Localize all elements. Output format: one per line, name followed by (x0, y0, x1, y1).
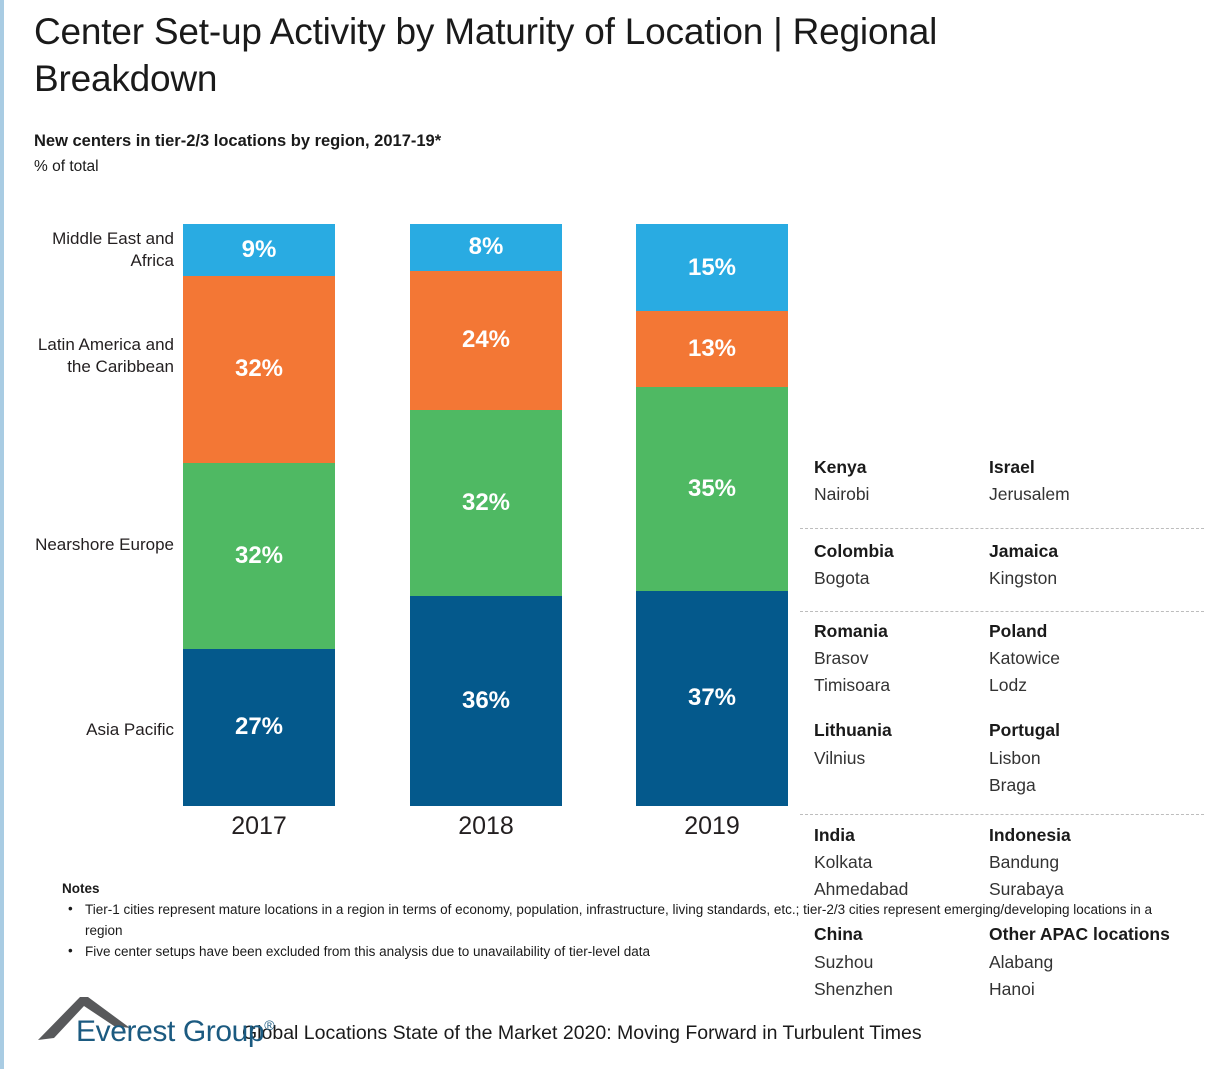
stacked-bar-2017[interactable]: 9% 32% 32% 27% (183, 224, 335, 806)
bar-value-label: 13% (687, 335, 737, 363)
annotation-group-mea: Kenya Nairobi Israel Jerusalem (814, 454, 1204, 508)
bar-value-label: 37% (687, 684, 737, 712)
annotation-col-right: Poland Katowice Lodz Portugal Lisbon Bra… (989, 618, 1164, 799)
annotation-city: Lisbon (989, 747, 1041, 768)
notes-heading: Notes (62, 881, 100, 896)
annotation-group-nse: Romania Brasov Timisoara Lithuania Vilni… (814, 618, 1204, 799)
stacked-bar-2018[interactable]: 8% 24% 32% 36% (410, 224, 562, 806)
annotation-country: Lithuania (814, 720, 892, 741)
annotation-city: Bandung (989, 852, 1060, 873)
note-item: • Tier-1 cities represent mature locatio… (62, 900, 1162, 942)
slide-canvas: Center Set-up Activity by Maturity of Lo… (0, 0, 1220, 1069)
annotation-country: Jamaica (989, 541, 1059, 561)
annotation-col-left: Colombia Bogota (814, 538, 989, 592)
annotation-city: Timisoara (814, 675, 891, 696)
bar-value-label: 8% (468, 233, 504, 261)
axis-label-line: Latin America and the Caribbean (37, 335, 174, 377)
annotation-city: Vilnius (814, 747, 866, 768)
annotation-city: Katowice (989, 648, 1061, 669)
note-text: Tier-1 cities represent mature locations… (85, 902, 1153, 938)
annotation-city: Jerusalem (989, 484, 1070, 505)
axis-label-asia-pacific: Asia Pacific (24, 719, 174, 741)
annotation-city: Hanoi (989, 978, 1035, 999)
annotation-country: Portugal (989, 720, 1060, 741)
axis-label-line: Middle East and Africa (52, 229, 174, 271)
stacked-bar-2019[interactable]: 15% 13% 35% 37% (636, 224, 788, 806)
annotation-city: Brasov (814, 648, 869, 669)
annotation-country: Romania (814, 621, 888, 641)
logo-name: Everest Group (76, 1015, 265, 1048)
annotation-divider (800, 814, 1204, 815)
bar-segment-nse-2018[interactable]: 32% (410, 410, 562, 597)
notes-section: Notes • Tier-1 cities represent mature l… (62, 881, 1162, 963)
chart-units-label: % of total (34, 158, 99, 175)
axis-label-nearshore-europe: Nearshore Europe (24, 534, 174, 556)
annotation-col-right: Jamaica Kingston (989, 538, 1164, 592)
bullet-icon: • (68, 942, 73, 958)
bar-segment-mea-2017[interactable]: 9% (183, 224, 335, 277)
axis-label-line: Nearshore Europe (35, 535, 174, 554)
annotation-city: Bogota (814, 568, 870, 589)
annotation-city: Kingston (989, 568, 1058, 589)
x-axis-label-2018: 2018 (458, 812, 514, 840)
annotation-col-left: Romania Brasov Timisoara Lithuania Vilni… (814, 618, 989, 799)
bar-value-label: 24% (461, 326, 511, 354)
chart-plot-area: Middle East and Africa Latin America and… (4, 224, 1220, 999)
annotation-group-lac: Colombia Bogota Jamaica Kingston (814, 538, 1204, 592)
footer: Everest Group® Global Locations State of… (36, 990, 922, 1050)
annotation-col-left: Kenya Nairobi (814, 454, 989, 508)
bar-value-label: 32% (234, 355, 284, 383)
bullet-icon: • (68, 901, 73, 916)
x-axis-label-2019: 2019 (684, 812, 740, 840)
x-axis-label-2017: 2017 (231, 812, 287, 840)
page-title: Center Set-up Activity by Maturity of Lo… (34, 11, 938, 100)
bar-value-label: 32% (461, 489, 511, 517)
bar-segment-nse-2019[interactable]: 35% (636, 386, 788, 591)
axis-label-middle-east-and-africa: Middle East and Africa (24, 228, 174, 273)
bar-segment-mea-2018[interactable]: 8% (410, 224, 562, 271)
annotation-country: Indonesia (989, 825, 1071, 845)
bar-value-label: 36% (461, 687, 511, 715)
bar-value-label: 32% (234, 541, 284, 569)
annotation-city: Kolkata (814, 852, 873, 873)
annotation-city: Nairobi (814, 484, 870, 505)
annotation-country: Colombia (814, 541, 894, 561)
annotation-city: Lodz (989, 675, 1027, 696)
bar-value-label: 27% (234, 713, 284, 741)
category-axis-labels: Middle East and Africa Latin America and… (24, 224, 174, 806)
bar-segment-lac-2018[interactable]: 24% (410, 270, 562, 411)
bar-segment-apac-2019[interactable]: 37% (636, 590, 788, 806)
annotation-country: Kenya (814, 457, 867, 477)
annotation-divider (800, 528, 1204, 529)
bar-segment-lac-2017[interactable]: 32% (183, 276, 335, 463)
everest-group-logo: Everest Group® (36, 992, 275, 1050)
bar-segment-lac-2019[interactable]: 13% (636, 311, 788, 387)
annotation-country: Poland (989, 621, 1048, 641)
footer-caption: Global Locations State of the Market 202… (242, 1022, 922, 1044)
registered-trademark-icon: ® (264, 1017, 275, 1033)
axis-label-latin-america-and-the-caribbean: Latin America and the Caribbean (24, 334, 174, 379)
note-text: Five center setups have been excluded fr… (85, 943, 651, 959)
annotation-col-right: Israel Jerusalem (989, 454, 1164, 508)
note-item: • Five center setups have been excluded … (62, 942, 1162, 963)
bar-segment-apac-2018[interactable]: 36% (410, 596, 562, 806)
annotation-divider (800, 611, 1204, 612)
bar-value-label: 15% (687, 253, 737, 281)
bar-value-label: 35% (687, 474, 737, 502)
annotation-country: India (814, 825, 855, 845)
logo-wordmark: Everest Group® (76, 1015, 275, 1049)
bar-segment-nse-2017[interactable]: 32% (183, 462, 335, 649)
bar-segment-mea-2019[interactable]: 15% (636, 224, 788, 312)
bar-value-label: 9% (241, 236, 277, 264)
annotation-city: Braga (989, 774, 1036, 795)
axis-label-line: Asia Pacific (86, 720, 174, 739)
bar-segment-apac-2017[interactable]: 27% (183, 648, 335, 806)
annotation-country: Israel (989, 457, 1035, 477)
chart-subtitle: New centers in tier-2/3 locations by reg… (34, 132, 442, 150)
